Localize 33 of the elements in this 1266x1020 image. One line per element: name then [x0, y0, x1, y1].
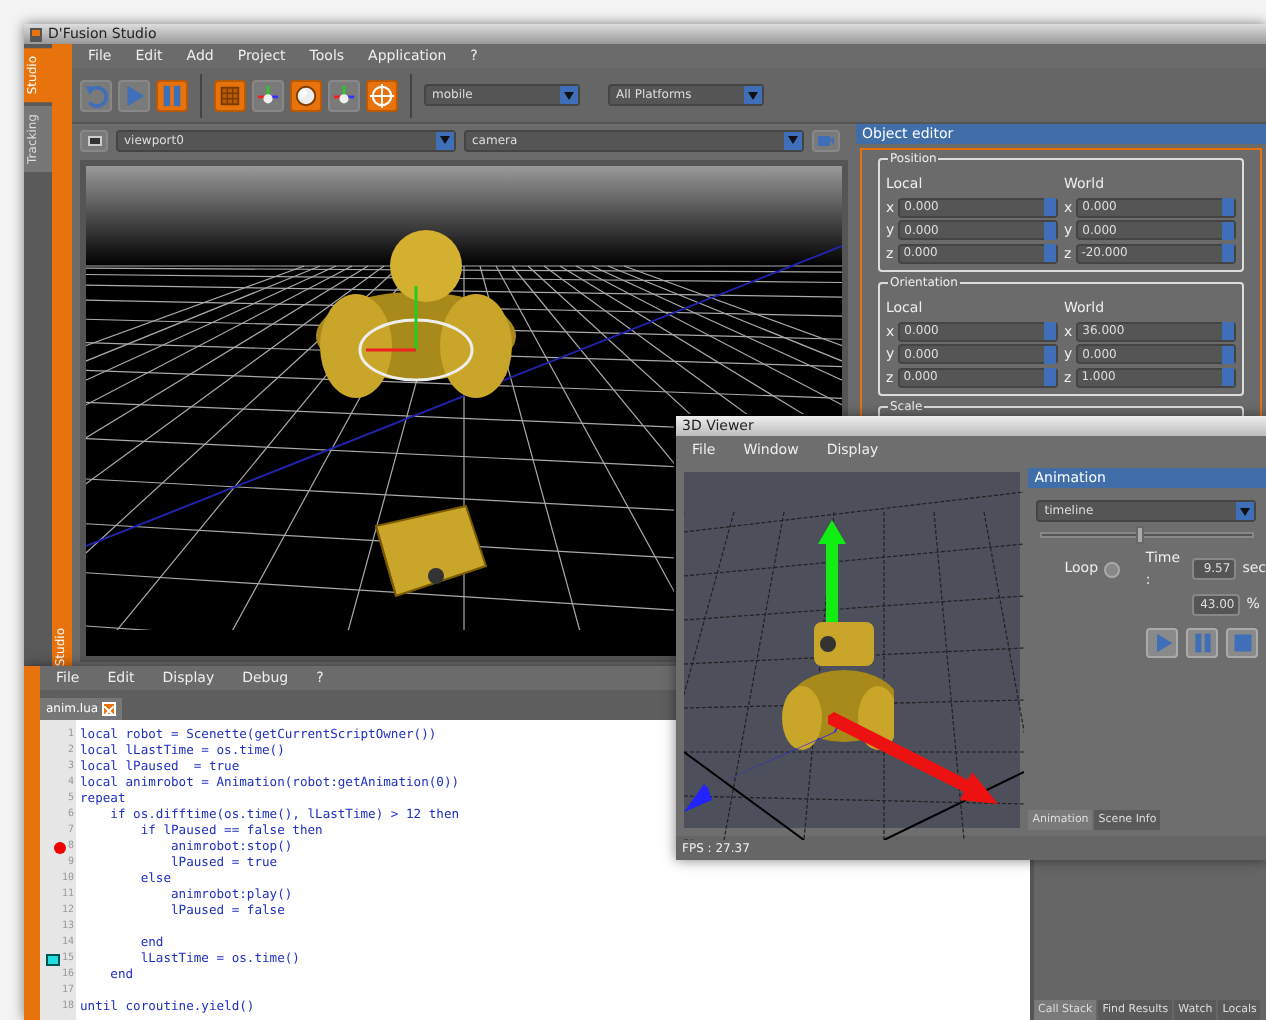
play-icon: [122, 83, 146, 107]
caret-icon: [788, 136, 798, 144]
caret-icon: [440, 136, 450, 144]
bookmark-marker[interactable]: [45, 954, 60, 966]
toolbar-button[interactable]: [290, 79, 322, 111]
toolbar-button[interactable]: [366, 79, 398, 111]
play-icon: [1151, 632, 1173, 654]
close-icon: [104, 705, 115, 716]
toolbar-button[interactable]: [328, 79, 360, 111]
play-button[interactable]: [1146, 628, 1178, 658]
slider-thumb[interactable]: [1136, 526, 1145, 544]
pause-icon: [160, 83, 184, 107]
stop-icon: [1231, 632, 1253, 654]
caret-icon: [1240, 507, 1251, 515]
camera-icon: [818, 134, 834, 146]
caret-icon: [748, 91, 758, 99]
pause-icon: [1191, 632, 1213, 654]
toolbar-button[interactable]: [252, 79, 284, 111]
breakpoint-marker[interactable]: [53, 842, 66, 854]
undo-icon: [84, 83, 108, 107]
stop-button[interactable]: [1226, 628, 1258, 658]
grid-cube-icon: [218, 83, 242, 107]
axes-icon: [256, 83, 280, 107]
viewport-toggle-button[interactable]: [80, 129, 108, 151]
viewport-icon: [87, 135, 101, 145]
close-tab-button[interactable]: [102, 702, 117, 716]
axes-icon: [332, 83, 356, 107]
pause-button[interactable]: [1186, 628, 1218, 658]
sphere-icon: [294, 83, 318, 107]
loop-radio[interactable]: [1104, 561, 1120, 577]
caret-icon: [564, 91, 574, 99]
camera-button[interactable]: [812, 129, 840, 151]
target-icon: [370, 83, 394, 107]
